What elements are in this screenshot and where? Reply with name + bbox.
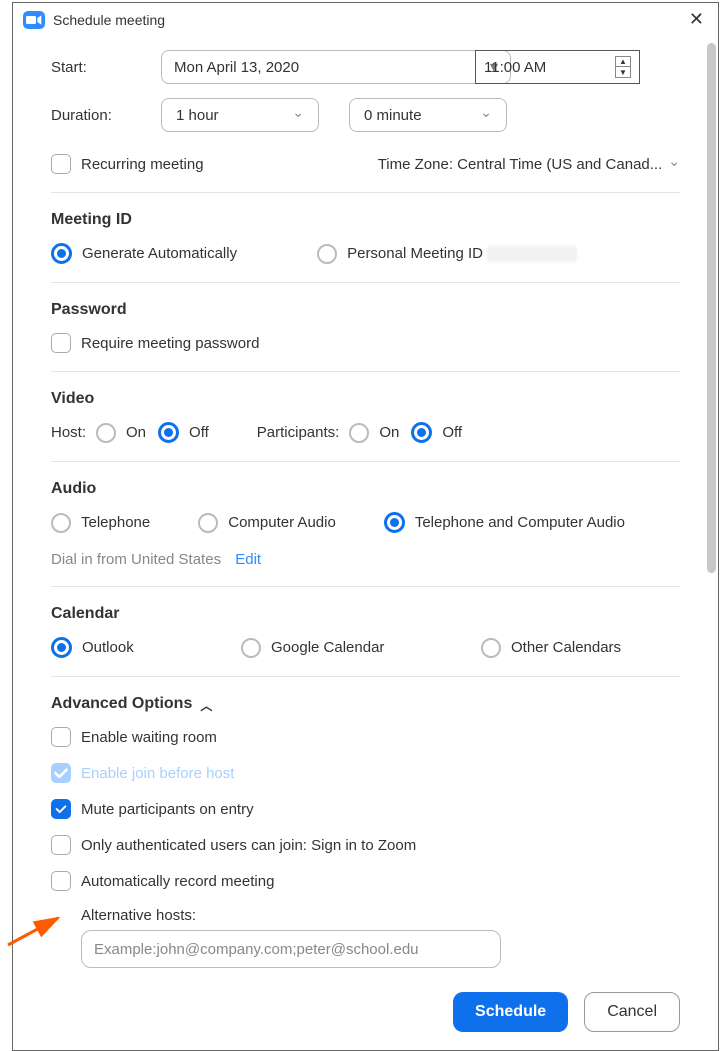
personal-meeting-id-value-redacted	[487, 246, 577, 262]
personal-meeting-id-radio[interactable]	[317, 244, 337, 264]
annotation-arrow-icon	[3, 900, 73, 950]
video-host-label: Host:	[51, 424, 86, 441]
authenticated-users-checkbox[interactable]	[51, 835, 71, 855]
chevron-up-icon: ︿	[200, 697, 212, 714]
audio-both-label: Telephone and Computer Audio	[415, 514, 625, 531]
audio-header: Audio	[51, 480, 680, 498]
spinner-up-icon[interactable]: ▲	[616, 57, 630, 67]
divider	[51, 192, 680, 193]
generate-auto-radio[interactable]	[51, 243, 72, 264]
host-video-off-radio[interactable]	[158, 422, 179, 443]
cancel-button[interactable]: Cancel	[584, 992, 680, 1032]
mute-participants-checkbox[interactable]	[51, 799, 71, 819]
schedule-meeting-dialog: Schedule meeting ✕ Start: Mon April 13, …	[12, 2, 719, 1051]
personal-meeting-id-label: Personal Meeting ID	[347, 245, 483, 262]
audio-computer-label: Computer Audio	[228, 514, 336, 531]
calendar-google-label: Google Calendar	[271, 639, 384, 656]
advanced-options-label: Advanced Options	[51, 695, 192, 713]
close-icon[interactable]: ✕	[685, 9, 708, 30]
time-spinner[interactable]: ▲ ▼	[615, 56, 631, 78]
cancel-button-label: Cancel	[607, 1003, 657, 1021]
calendar-other-radio[interactable]	[481, 638, 501, 658]
dial-in-text: Dial in from United States	[51, 551, 221, 568]
chevron-down-icon	[668, 156, 680, 173]
start-date-value: Mon April 13, 2020	[174, 59, 299, 76]
waiting-room-checkbox[interactable]	[51, 727, 71, 747]
calendar-header: Calendar	[51, 605, 680, 623]
waiting-room-label: Enable waiting room	[81, 729, 217, 746]
video-participants-label: Participants:	[257, 424, 340, 441]
auto-record-label: Automatically record meeting	[81, 873, 274, 890]
schedule-button-label: Schedule	[475, 1003, 546, 1021]
duration-hours-select[interactable]: 1 hour	[161, 98, 319, 132]
join-before-host-checkbox[interactable]	[51, 763, 71, 783]
video-header: Video	[51, 390, 680, 408]
divider	[51, 282, 680, 283]
host-off-label: Off	[189, 424, 209, 441]
calendar-google-radio[interactable]	[241, 638, 261, 658]
calendar-outlook-radio[interactable]	[51, 637, 72, 658]
duration-hours-value: 1 hour	[176, 107, 219, 124]
participants-video-off-radio[interactable]	[411, 422, 432, 443]
meeting-id-header: Meeting ID	[51, 211, 680, 229]
chevron-down-icon	[480, 107, 492, 124]
alternative-hosts-input[interactable]: Example:john@company.com;peter@school.ed…	[81, 930, 501, 968]
require-password-label: Require meeting password	[81, 335, 259, 352]
zoom-app-icon	[23, 11, 45, 29]
participants-video-on-radio[interactable]	[349, 423, 369, 443]
start-date-select[interactable]: Mon April 13, 2020	[161, 50, 511, 84]
alternative-hosts-placeholder: Example:john@company.com;peter@school.ed…	[94, 941, 419, 958]
participants-off-label: Off	[442, 424, 462, 441]
duration-label: Duration:	[51, 107, 161, 124]
recurring-meeting-checkbox[interactable]	[51, 154, 71, 174]
participants-on-label: On	[379, 424, 399, 441]
divider	[51, 676, 680, 677]
dialog-title: Schedule meeting	[53, 12, 165, 28]
divider	[51, 461, 680, 462]
host-on-label: On	[126, 424, 146, 441]
spinner-down-icon[interactable]: ▼	[616, 67, 630, 77]
timezone-select[interactable]: Time Zone: Central Time (US and Canad...	[378, 156, 680, 173]
require-password-checkbox[interactable]	[51, 333, 71, 353]
audio-telephone-radio[interactable]	[51, 513, 71, 533]
host-video-on-radio[interactable]	[96, 423, 116, 443]
auto-record-checkbox[interactable]	[51, 871, 71, 891]
audio-telephone-label: Telephone	[81, 514, 150, 531]
calendar-outlook-label: Outlook	[82, 639, 134, 656]
join-before-host-label: Enable join before host	[81, 765, 234, 782]
scrollbar[interactable]	[707, 43, 716, 573]
start-time-value: 11:00 AM	[484, 59, 546, 76]
schedule-button[interactable]: Schedule	[453, 992, 568, 1032]
duration-minutes-select[interactable]: 0 minute	[349, 98, 507, 132]
timezone-value: Time Zone: Central Time (US and Canad...	[378, 156, 663, 173]
alternative-hosts-label: Alternative hosts:	[81, 907, 680, 924]
recurring-meeting-label: Recurring meeting	[81, 156, 204, 173]
chevron-down-icon	[292, 107, 304, 124]
divider	[51, 371, 680, 372]
duration-minutes-value: 0 minute	[364, 107, 422, 124]
audio-both-radio[interactable]	[384, 512, 405, 533]
authenticated-users-label: Only authenticated users can join: Sign …	[81, 837, 416, 854]
generate-auto-label: Generate Automatically	[82, 245, 237, 262]
start-label: Start:	[51, 59, 161, 76]
audio-computer-radio[interactable]	[198, 513, 218, 533]
advanced-options-toggle[interactable]: Advanced Options ︿	[51, 695, 680, 713]
calendar-other-label: Other Calendars	[511, 639, 621, 656]
titlebar: Schedule meeting ✕	[13, 3, 718, 36]
dial-in-edit-link[interactable]: Edit	[235, 551, 261, 568]
password-header: Password	[51, 301, 680, 319]
start-time-input[interactable]: 11:00 AM ▲ ▼	[475, 50, 640, 84]
mute-participants-label: Mute participants on entry	[81, 801, 254, 818]
divider	[51, 586, 680, 587]
